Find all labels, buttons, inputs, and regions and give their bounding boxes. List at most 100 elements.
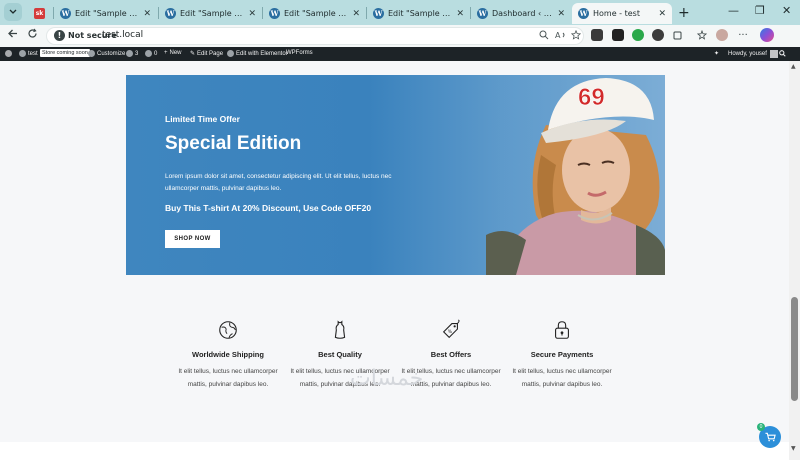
lock-icon xyxy=(555,321,569,339)
plus-icon: + xyxy=(164,50,168,56)
feature-title: Worldwide Shipping xyxy=(192,350,264,359)
close-icon[interactable]: ✕ xyxy=(557,9,565,19)
pencil-icon: ✎ xyxy=(190,51,196,57)
store-status-badge[interactable]: Store coming soon xyxy=(40,49,90,57)
cart-icon xyxy=(764,432,776,442)
admin-new[interactable]: + New xyxy=(164,50,182,56)
feature-text: It elit tellus, luctus nec ullamcorper m… xyxy=(178,368,278,388)
feature-worldwide-shipping: Worldwide Shipping It elit tellus, luctu… xyxy=(173,319,283,391)
cap-number: 69 xyxy=(578,84,605,111)
hero-description: Lorem ipsum dolor sit amet, consectetur … xyxy=(165,173,392,192)
address-bar[interactable]: ! Not secure test.local A xyxy=(46,27,584,45)
admin-sparkle-icon[interactable]: ✦ xyxy=(714,50,719,57)
tab-title: Dashboard ‹ test — W xyxy=(492,9,554,18)
avatar xyxy=(769,50,778,58)
refresh-icon xyxy=(126,50,133,57)
admin-site-name[interactable]: test xyxy=(19,50,38,57)
admin-account[interactable]: Howdy, yousef xyxy=(728,50,778,58)
extensions-puzzle-icon[interactable] xyxy=(672,29,684,41)
close-icon[interactable]: ✕ xyxy=(248,9,256,19)
hero-model-image: 69 xyxy=(486,75,665,275)
wordpress-icon: W xyxy=(60,8,71,19)
more-options-icon[interactable]: ··· xyxy=(737,29,749,41)
chevron-down-icon xyxy=(9,9,17,14)
tab-title: Home - test xyxy=(593,9,640,18)
close-window-button[interactable]: ✕ xyxy=(782,4,791,17)
shop-now-button[interactable]: SHOP NOW xyxy=(165,230,220,248)
watermark: خمسات xyxy=(350,366,424,391)
scrollbar-thumb[interactable] xyxy=(791,297,798,401)
maximize-button[interactable]: ❐ xyxy=(755,4,765,17)
tab-5[interactable]: W Dashboard ‹ test — W ✕ xyxy=(471,3,571,24)
wordpress-icon: W xyxy=(165,8,176,19)
admin-customize[interactable]: Customize xyxy=(88,50,125,57)
feature-title: Best Quality xyxy=(318,350,362,359)
tab-title: Edit "Sample Page" wi xyxy=(284,9,349,18)
wordpress-icon: W xyxy=(269,8,280,19)
wp-admin-bar: test Store coming soon Customize 3 0 + Ne… xyxy=(0,47,800,61)
admin-comments[interactable]: 0 xyxy=(145,50,157,57)
admin-elementor[interactable]: Edit with Elementor xyxy=(227,50,288,57)
tab-active[interactable]: W Home - test ✕ xyxy=(572,3,672,24)
refresh-button[interactable] xyxy=(27,28,38,42)
close-icon[interactable]: ✕ xyxy=(658,9,666,19)
sk-icon: sk xyxy=(34,8,45,19)
scroll-up-arrow-icon[interactable]: ▲ xyxy=(791,63,796,70)
minimize-button[interactable]: — xyxy=(728,4,739,17)
page-scrollbar[interactable]: ▲ ▼ xyxy=(789,61,800,460)
refresh-icon xyxy=(28,28,37,38)
page-content: 69 Limited Time Offer Special Edition Lo… xyxy=(0,61,789,460)
scroll-down-arrow-icon[interactable]: ▼ xyxy=(791,445,796,452)
admin-wpforms[interactable]: WPForms xyxy=(286,50,313,56)
tab-0[interactable]: sk xyxy=(28,3,52,24)
elementor-icon xyxy=(227,50,234,57)
hero-offer: Buy This T-shirt At 20% Discount, Use Co… xyxy=(165,203,372,213)
favorites-icon[interactable] xyxy=(696,29,708,41)
svg-text:%: % xyxy=(448,329,453,335)
wordpress-icon: W xyxy=(373,8,384,19)
tab-title: Edit "Sample Page" wi xyxy=(388,9,453,18)
extension-icon[interactable] xyxy=(591,29,603,41)
feature-title: Secure Payments xyxy=(530,350,594,359)
admin-search-icon[interactable] xyxy=(779,50,786,57)
hero-eyebrow: Limited Time Offer xyxy=(165,114,240,124)
tab-3[interactable]: W Edit "Sample Page" wi ✕ xyxy=(263,3,366,24)
tab-title: Edit "Sample Page" wi xyxy=(180,9,245,18)
warning-icon[interactable]: ! xyxy=(54,30,65,41)
hero-banner: 69 Limited Time Offer Special Edition Lo… xyxy=(126,75,665,275)
tab-4[interactable]: W Edit "Sample Page" wi ✕ xyxy=(367,3,470,24)
close-icon[interactable]: ✕ xyxy=(143,9,151,19)
admin-updates[interactable]: 3 xyxy=(126,50,138,57)
wordpress-icon: W xyxy=(477,8,488,19)
new-tab-button[interactable]: + xyxy=(678,5,690,21)
extension-icon[interactable] xyxy=(652,29,664,41)
close-icon[interactable]: ✕ xyxy=(456,9,464,19)
read-aloud-icon[interactable]: A xyxy=(555,30,566,43)
tab-1[interactable]: W Edit "Sample Page" wi ✕ xyxy=(54,3,157,24)
globe-icon xyxy=(219,321,237,339)
back-button[interactable] xyxy=(7,28,18,42)
wordpress-logo-icon[interactable] xyxy=(5,50,14,57)
tab-actions-menu-button[interactable] xyxy=(4,3,22,21)
footer-strip xyxy=(0,442,789,460)
browser-toolbar: ! Not secure test.local A ··· xyxy=(0,25,800,47)
favorite-star-icon[interactable] xyxy=(570,29,582,43)
browser-tab-strip: sk W Edit "Sample Page" wi ✕ W Edit "Sam… xyxy=(0,0,800,25)
admin-edit-page[interactable]: ✎ Edit Page xyxy=(190,50,223,58)
zoom-icon[interactable] xyxy=(539,30,549,43)
svg-text:A: A xyxy=(555,31,561,40)
url-text[interactable]: test.local xyxy=(102,30,143,40)
arrow-left-icon xyxy=(8,29,17,38)
profile-avatar[interactable] xyxy=(716,29,728,41)
extension-icon[interactable] xyxy=(632,29,644,41)
tab-2[interactable]: W Edit "Sample Page" wi ✕ xyxy=(159,3,262,24)
feature-title: Best Offers xyxy=(430,350,472,359)
feature-secure-payments: Secure Payments It elit tellus, luctus n… xyxy=(507,319,617,391)
close-icon[interactable]: ✕ xyxy=(352,9,360,19)
tshirt-icon xyxy=(334,320,346,339)
comment-icon xyxy=(145,50,152,57)
extension-icon[interactable] xyxy=(612,29,624,41)
copilot-icon[interactable] xyxy=(760,28,774,42)
brush-icon xyxy=(88,50,95,57)
home-icon xyxy=(19,50,26,57)
